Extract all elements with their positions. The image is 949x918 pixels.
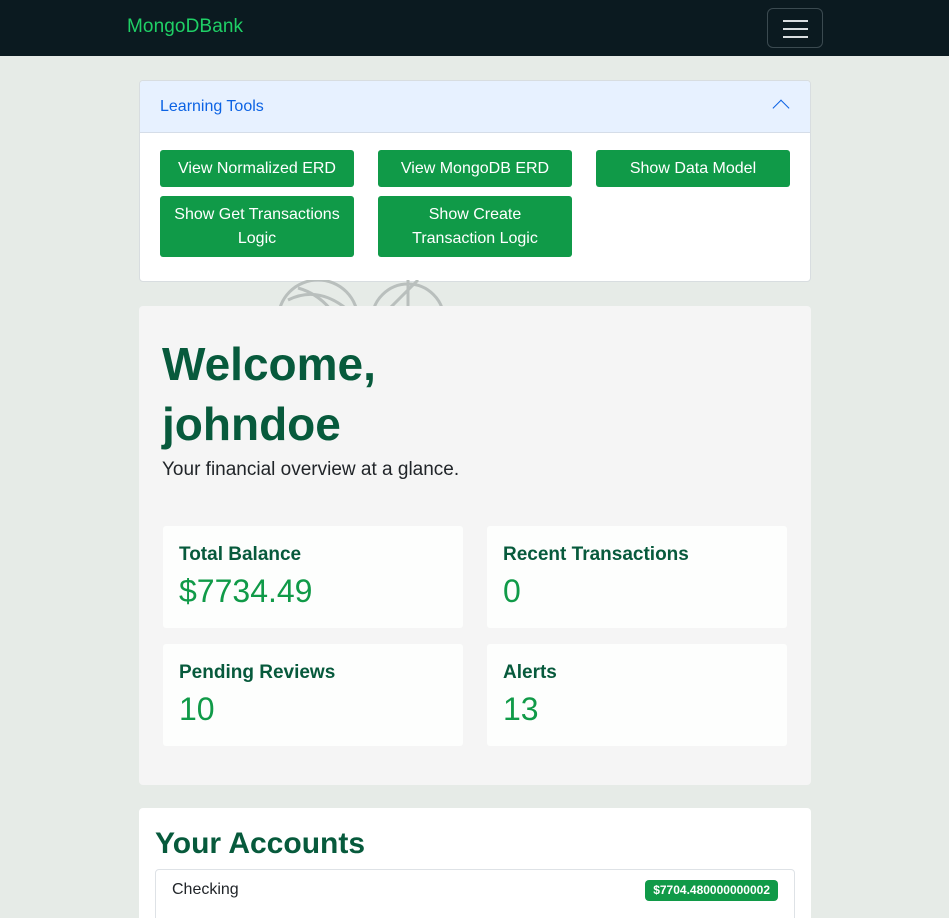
- show-create-transaction-logic-button[interactable]: Show Create Transaction Logic: [378, 196, 572, 257]
- accounts-heading: Your Accounts: [155, 827, 366, 860]
- stat-card-alerts: Alerts 13: [487, 644, 787, 746]
- background-leaf-logo-icon: [268, 280, 453, 308]
- welcome-subtitle: Your financial overview at a glance.: [162, 459, 460, 480]
- stat-label: Alerts: [503, 662, 557, 683]
- accounts-section: Your Accounts Checking $7704.48000000000…: [139, 808, 811, 918]
- stat-card-recent-transactions: Recent Transactions 0: [487, 526, 787, 628]
- stat-label: Recent Transactions: [503, 544, 689, 565]
- accordion-title: Learning Tools: [160, 98, 264, 115]
- account-list-item[interactable]: Checking $7704.480000000002: [155, 869, 795, 911]
- show-data-model-button[interactable]: Show Data Model: [596, 150, 790, 187]
- stat-card-pending-reviews: Pending Reviews 10: [163, 644, 463, 746]
- learning-tools-accordion: Learning Tools View Normalized ERD View …: [139, 80, 811, 282]
- stat-label: Total Balance: [179, 544, 302, 565]
- hamburger-menu-icon: [783, 20, 808, 22]
- stat-value: $7734.49: [179, 573, 313, 609]
- show-get-transactions-logic-button[interactable]: Show Get Transactions Logic: [160, 196, 354, 257]
- welcome-section: Welcome, johndoe Your financial overview…: [139, 306, 811, 785]
- account-list-item[interactable]: [155, 910, 795, 918]
- navbar-toggle-button[interactable]: [767, 8, 823, 48]
- accordion-header[interactable]: Learning Tools: [140, 81, 810, 133]
- stat-label: Pending Reviews: [179, 662, 336, 683]
- view-mongodb-erd-button[interactable]: View MongoDB ERD: [378, 150, 572, 187]
- stat-value: 10: [179, 691, 215, 727]
- stat-card-total-balance: Total Balance $7734.49: [163, 526, 463, 628]
- stat-value: 0: [503, 573, 521, 609]
- account-balance-badge: $7704.480000000002: [645, 880, 778, 901]
- welcome-heading: Welcome, johndoe: [162, 338, 376, 450]
- top-navbar: MongoDBank: [0, 0, 949, 56]
- brand-logo[interactable]: MongoDBank: [127, 16, 243, 38]
- view-normalized-erd-button[interactable]: View Normalized ERD: [160, 150, 354, 187]
- stat-value: 13: [503, 691, 539, 727]
- account-name: Checking: [172, 881, 239, 898]
- chevron-up-icon: [772, 99, 790, 117]
